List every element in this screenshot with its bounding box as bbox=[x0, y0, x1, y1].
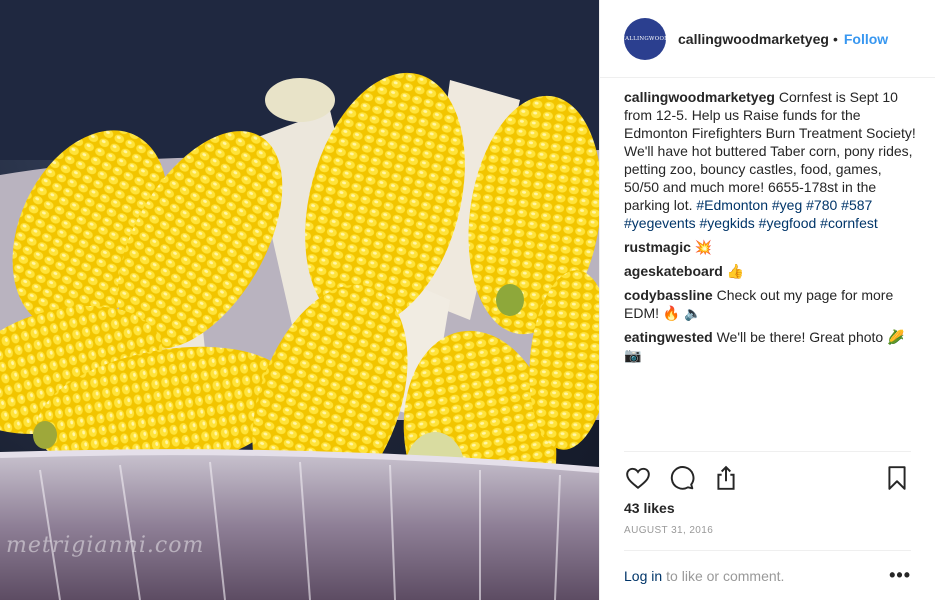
caption-username[interactable]: callingwoodmarketyeg bbox=[624, 89, 775, 105]
comment-icon bbox=[670, 466, 695, 490]
comments-list[interactable]: callingwoodmarketyeg Cornfest is Sept 10… bbox=[624, 88, 919, 450]
hashtag[interactable]: #Edmonton bbox=[696, 197, 768, 213]
comment-username[interactable]: eatingwested bbox=[624, 329, 713, 345]
more-options-icon[interactable]: ••• bbox=[889, 565, 911, 586]
bookmark-icon bbox=[888, 466, 906, 490]
separator-dot: • bbox=[832, 30, 838, 47]
comment-button[interactable] bbox=[668, 464, 696, 492]
divider bbox=[624, 451, 911, 452]
post-sidebar: CALLINGWOOD callingwoodmarketyeg • Follo… bbox=[599, 0, 935, 600]
like-button[interactable] bbox=[624, 464, 652, 492]
comment-username[interactable]: ageskateboard bbox=[624, 263, 723, 279]
login-link[interactable]: Log in bbox=[624, 568, 662, 584]
share-button[interactable] bbox=[712, 464, 740, 492]
avatar-text: CALLINGWOOD bbox=[620, 35, 670, 42]
caption: callingwoodmarketyeg Cornfest is Sept 10… bbox=[624, 88, 919, 232]
comment: ageskateboard 👍 bbox=[624, 262, 919, 280]
action-bar bbox=[624, 462, 911, 494]
post-header: CALLINGWOOD callingwoodmarketyeg • Follo… bbox=[600, 0, 935, 78]
hashtag[interactable]: #587 bbox=[841, 197, 872, 213]
photo-watermark: metrigianni.com bbox=[6, 533, 205, 558]
comment-username[interactable]: codybassline bbox=[624, 287, 713, 303]
hashtag[interactable]: #yegevents bbox=[624, 215, 696, 231]
hashtag[interactable]: #yeg bbox=[772, 197, 802, 213]
post-photo[interactable]: metrigianni.com bbox=[0, 0, 599, 600]
comment-text: 💥 bbox=[694, 239, 713, 255]
comment-username[interactable]: rustmagic bbox=[624, 239, 691, 255]
comment: eatingwested We'll be there! Great photo… bbox=[624, 328, 919, 364]
caption-text: Cornfest is Sept 10 from 12-5. Help us R… bbox=[624, 89, 916, 213]
hashtag[interactable]: #cornfest bbox=[820, 215, 878, 231]
share-icon bbox=[717, 465, 735, 490]
comment-text: 👍 bbox=[726, 263, 745, 279]
comment: codybassline Check out my page for more … bbox=[624, 286, 919, 322]
hashtag[interactable]: #780 bbox=[806, 197, 837, 213]
likes-count[interactable]: 43 likes bbox=[624, 500, 675, 516]
login-prompt-text: to like or comment. bbox=[666, 567, 785, 584]
hashtag[interactable]: #yegfood bbox=[759, 215, 817, 231]
post-date: AUGUST 31, 2016 bbox=[624, 525, 714, 536]
avatar[interactable]: CALLINGWOOD bbox=[620, 17, 670, 60]
corn-photo-illustration bbox=[0, 0, 599, 600]
login-prompt-bar: Log in to like or comment. ••• bbox=[624, 550, 911, 600]
hashtag[interactable]: #yegkids bbox=[700, 215, 755, 231]
follow-button[interactable]: Follow bbox=[844, 31, 888, 47]
instagram-post: metrigianni.com CALLINGWOOD callingwoodm… bbox=[0, 0, 935, 600]
comment: rustmagic 💥 bbox=[624, 238, 919, 256]
save-button[interactable] bbox=[883, 464, 911, 492]
heart-icon bbox=[626, 467, 650, 489]
header-username[interactable]: callingwoodmarketyeg bbox=[678, 31, 829, 47]
